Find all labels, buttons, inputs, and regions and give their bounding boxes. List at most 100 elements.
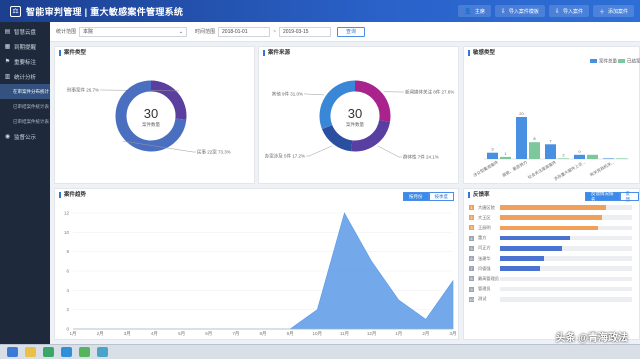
ranking-name: 管理员: [478, 286, 491, 292]
bar: [545, 144, 556, 159]
ranking-name: 大唐区院: [478, 204, 495, 210]
ranking-bar-fill: [500, 205, 606, 210]
ranking-row: 7 闫德强: [469, 265, 632, 272]
sidebar-subitem-closed[interactable]: 已审结案件统计表: [0, 99, 50, 114]
import-case-button[interactable]: ⇩ 导入案件: [548, 5, 589, 17]
chat-icon[interactable]: [79, 347, 90, 357]
bar: [574, 154, 585, 159]
bar-value-label: 20: [519, 111, 524, 116]
x-tick-label: 6月: [205, 331, 212, 337]
bar: [487, 152, 498, 159]
ranking-row: 5 闫正方: [469, 245, 632, 252]
ranking-name: 大王区: [478, 214, 491, 220]
y-tick-label: 4: [66, 288, 69, 293]
tab-feedback-ranking[interactable]: 反馈情况排名: [585, 191, 620, 202]
x-tick-label: 7月: [232, 331, 239, 337]
ranking-bar-track: [500, 225, 632, 231]
x-tick-label: 5月: [178, 331, 185, 337]
tab-feedback[interactable]: 反馈: [619, 191, 639, 202]
bar-value-label: 0: [578, 149, 581, 154]
x-tick-label: 9月: [287, 331, 294, 337]
slice-label: 其他 9件 31.0%: [272, 91, 303, 98]
donut-center-label: 案件数量: [346, 121, 364, 128]
folder-icon[interactable]: [25, 347, 36, 357]
ranking-bar-fill: [500, 225, 598, 231]
slice-label: 民事 22案 73.3%: [197, 149, 231, 156]
ranking-row: 9 管理员: [469, 286, 632, 293]
chevron-down-icon: ⌄: [178, 28, 184, 35]
sidebar-item-cloud[interactable]: ▤ 智慧云盘: [0, 24, 50, 39]
bar-value-label: 2: [562, 152, 565, 157]
end-date-input[interactable]: 2019-03-15: [278, 26, 331, 37]
slice-label: 办案涉及 5件 17.2%: [265, 153, 305, 160]
case-type-donut: 刑事案件 26.7% 民事 22案 73.3% 30案件数量: [67, 80, 231, 156]
ranking-number: 6: [469, 256, 474, 261]
donut-center-value: 30: [144, 106, 158, 121]
time-label: 时间范围: [195, 29, 216, 35]
tool-icon[interactable]: [97, 347, 108, 357]
start-icon[interactable]: [7, 347, 18, 357]
sidebar-subitem-closed-2[interactable]: 已审结案件统计表: [0, 114, 50, 129]
case-source-panel: 案件来源 新闻媒体关注 8件 27.6% 群体性 7件 24.1% 办案涉及 5件 …: [258, 46, 459, 184]
doc-icon: ▦: [4, 44, 11, 50]
ranking-bar-fill: [500, 246, 563, 251]
import-template-button[interactable]: ⇩ 导入案件模板: [494, 5, 545, 17]
top-bar: ⚖ 智能审判管理 | 重大敏感案件管理系统 👤 主席 ⇩ 导入案件模板 ⇩ 导入案件 …: [0, 0, 640, 22]
range-label: 统计范围: [56, 29, 77, 35]
slice-label: 群体性 7件 24.1%: [403, 154, 439, 161]
donut-center-label: 案件数量: [142, 121, 160, 128]
ranking-bar-track: [500, 246, 632, 251]
y-tick-label: 2: [66, 307, 69, 312]
user-menu-button[interactable]: 👤 主席: [458, 5, 491, 17]
ranking-name: 测试: [478, 296, 487, 302]
legend-swatch: [618, 59, 625, 63]
bar-value-label: 1: [504, 151, 507, 156]
trend-area-chart: 0246810121月 2月 3月 4月 5月 6月 7月 8月 9月 10月 11月 12月 1月 2月…: [64, 211, 457, 338]
donut-slice: [322, 124, 353, 152]
logo-icon: ⚖: [10, 5, 21, 17]
sidebar-item-reminder[interactable]: ▦ 到期提醒: [0, 39, 50, 54]
sidebar-item-marks[interactable]: ⚑ 重要标注: [0, 54, 50, 69]
x-tick-label: 1月: [69, 331, 76, 337]
x-tick-label: 1月: [395, 331, 402, 337]
ranking-bar-track: [500, 215, 632, 220]
sensitive-type-bar-chart: 案件总量 已结案31涉众型集资案件208腐败、黑恶势力72社会关注度高案件0涉及重…: [472, 58, 640, 182]
sidebar-item-public[interactable]: ◉ 监督公示: [0, 129, 50, 144]
ranking-row: 6 张建华: [469, 255, 632, 262]
ranking-bar-track: [500, 235, 632, 241]
ranking-bar-fill: [500, 235, 570, 241]
browser-icon[interactable]: [61, 347, 72, 357]
ranking-tabs: 反馈情况排名 反馈: [585, 191, 639, 202]
slice-label: 新闻媒体关注 8件 27.6%: [405, 89, 454, 96]
sensitive-type-panel: 敏感类型 案件总量 已结案 3 1 涉众型集资案件 20 8 腐败、黑恶势力 7 2 社会关注度高案…: [463, 46, 640, 184]
x-tick-label: 3月: [449, 331, 456, 337]
ranking-number: 1: [469, 205, 474, 210]
sidebar-subitem-pending[interactable]: 在审案件分布统计: [0, 84, 50, 99]
case-source-donut: 新闻媒体关注 8件 27.6% 群体性 7件 24.1% 办案涉及 5件 17.2%…: [265, 80, 454, 161]
watermark: 头条 @青海政法: [555, 333, 628, 344]
ranking-number: 9: [469, 286, 474, 292]
flag-icon: ⚑: [4, 59, 11, 65]
x-tick-label: 10月: [313, 331, 323, 337]
add-icon: ＋: [598, 9, 605, 16]
date-separator: ~: [273, 28, 276, 35]
x-tick-label: 8月: [259, 331, 266, 337]
bar: [529, 142, 540, 159]
ranking-bar-fill: [500, 256, 544, 261]
bar: [558, 158, 569, 159]
query-button[interactable]: 查询: [336, 26, 365, 37]
y-tick-label: 6: [66, 269, 69, 274]
start-date-input[interactable]: 2018-01-01: [218, 26, 271, 37]
add-case-button[interactable]: ＋添加案件: [592, 5, 634, 17]
y-tick-label: 12: [64, 211, 70, 216]
x-tick-label: 2月: [97, 331, 104, 337]
bar-value-label: 7: [549, 138, 552, 143]
app-icon[interactable]: [43, 347, 54, 357]
slice-leader-line: [377, 145, 402, 158]
legend-label: 已结案: [627, 58, 640, 65]
ranking-number: 7: [469, 266, 474, 272]
range-select[interactable]: 本院 ⌄: [79, 26, 188, 37]
sidebar-item-stats[interactable]: ▥ 统计分析: [0, 69, 50, 84]
ranking-name: 闫正方: [478, 245, 491, 251]
trend-panel: 案件趋势 按月份 按季度 0 2 4 6 8 10 12 1月 2月 3月 4月 5月 6月 7月 8月 9月…: [54, 188, 459, 340]
